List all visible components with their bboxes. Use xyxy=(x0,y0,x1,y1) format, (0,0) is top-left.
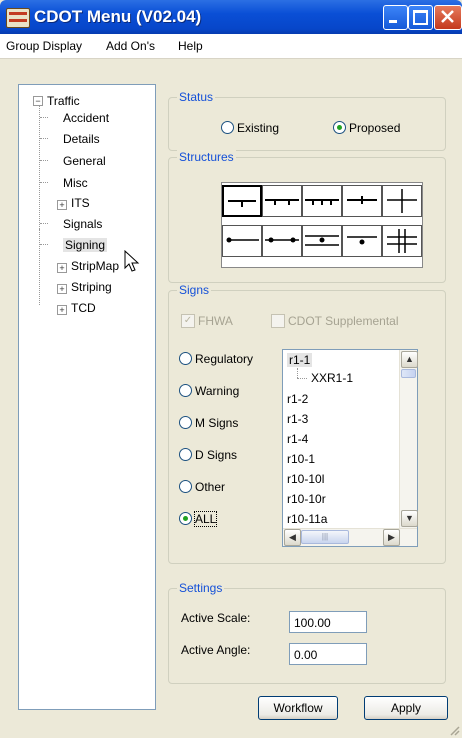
existing-radio-button[interactable] xyxy=(221,121,234,135)
structure-cell-8[interactable] xyxy=(302,225,342,257)
list-item[interactable]: r1-1 xyxy=(287,353,313,367)
window-title: CDOT Menu (V02.04) xyxy=(34,7,202,26)
tree-item-its[interactable]: ITS xyxy=(71,196,90,210)
expand-icon[interactable]: + xyxy=(57,263,67,273)
collapse-icon[interactable]: − xyxy=(33,96,43,106)
structure-cell-2[interactable] xyxy=(262,185,302,217)
cdot-supplemental-label: CDOT Supplemental xyxy=(288,313,399,328)
list-item[interactable]: r1-3 xyxy=(287,412,308,426)
tree-item-striping[interactable]: Striping xyxy=(71,280,112,294)
checkmark-icon: ✓ xyxy=(181,313,195,328)
tree-item-accident[interactable]: Accident xyxy=(63,111,109,125)
cdot-supplemental-checkbox[interactable]: CDOT Supplemental xyxy=(271,313,399,328)
list-item[interactable]: r10-10l xyxy=(287,472,324,486)
list-item[interactable]: r10-10r xyxy=(287,492,326,506)
scroll-up-icon[interactable]: ▲ xyxy=(401,351,418,368)
scroll-down-icon[interactable]: ▼ xyxy=(401,510,418,527)
tree-item-traffic[interactable]: Traffic xyxy=(47,94,80,108)
active-angle-label: Active Angle: xyxy=(181,643,251,657)
expand-icon[interactable]: + xyxy=(57,305,67,315)
status-group-label: Status xyxy=(177,90,216,104)
list-item[interactable]: r1-4 xyxy=(287,432,308,446)
fhwa-label: FHWA xyxy=(198,313,233,328)
expand-icon[interactable]: + xyxy=(57,200,67,210)
sign-listbox[interactable]: r1-1 XXR1-1 r1-2 r1-3 r1-4 r10-1 r10-10l… xyxy=(282,349,418,547)
sign-type-all[interactable]: ALL xyxy=(179,510,218,527)
list-item[interactable]: r1-2 xyxy=(287,392,308,406)
structure-cell-6[interactable] xyxy=(222,225,262,257)
vertical-scrollbar[interactable]: ▲ ▼ xyxy=(399,350,418,528)
tree-item-details[interactable]: Details xyxy=(63,132,100,146)
expand-icon[interactable]: + xyxy=(57,284,67,294)
list-item[interactable]: r10-1 xyxy=(287,452,315,466)
menu-group-display[interactable]: Group Display xyxy=(6,39,82,53)
tree-item-signing[interactable]: Signing xyxy=(63,238,108,252)
structure-cell-1[interactable] xyxy=(222,185,262,217)
active-angle-input[interactable]: 0.00 xyxy=(289,643,367,665)
sign-type-d-signs[interactable]: D Signs xyxy=(179,447,237,462)
tree-item-misc[interactable]: Misc xyxy=(63,176,88,190)
maximize-button[interactable] xyxy=(408,5,433,30)
existing-radio[interactable]: Existing xyxy=(221,120,279,135)
title-bar[interactable]: CDOT Menu (V02.04) xyxy=(0,0,462,34)
cdot-menu-window: CDOT Menu (V02.04) Group Display Add On'… xyxy=(0,0,462,738)
tree-item-tcd[interactable]: TCD xyxy=(71,301,96,315)
structures-group-label: Structures xyxy=(177,150,236,164)
proposed-radio-button[interactable] xyxy=(333,121,346,135)
mouse-cursor-icon xyxy=(124,250,140,272)
close-icon xyxy=(441,10,454,23)
sign-type-warning[interactable]: Warning xyxy=(179,383,239,398)
structure-cell-3[interactable] xyxy=(302,185,342,217)
sign-type-other[interactable]: Other xyxy=(179,479,225,494)
signs-group-label: Signs xyxy=(177,283,212,297)
scroll-right-icon[interactable]: ▶ xyxy=(383,529,400,546)
proposed-label: Proposed xyxy=(349,120,401,135)
existing-label: Existing xyxy=(237,120,280,135)
structures-palette xyxy=(221,182,423,268)
scroll-thumb[interactable]: ||| xyxy=(301,530,349,544)
structures-group: Structures xyxy=(168,150,446,283)
status-group: Status Existing Proposed xyxy=(168,90,446,151)
active-scale-label: Active Scale: xyxy=(181,611,251,625)
workflow-button[interactable]: Workflow xyxy=(258,696,338,720)
list-item[interactable]: XXR1-1 xyxy=(311,371,353,385)
minimize-button[interactable] xyxy=(383,5,408,30)
menu-help[interactable]: Help xyxy=(178,39,203,53)
close-button[interactable] xyxy=(434,5,462,30)
structure-cell-5[interactable] xyxy=(382,185,422,217)
menu-add-ons[interactable]: Add On's xyxy=(106,39,155,53)
maximize-icon xyxy=(413,10,428,25)
category-tree[interactable]: − Traffic Accident Details General Misc … xyxy=(18,84,156,710)
list-item[interactable]: r10-11a xyxy=(287,512,327,526)
minimize-icon xyxy=(389,20,397,23)
tree-item-general[interactable]: General xyxy=(63,154,106,168)
horizontal-scrollbar[interactable]: ◀ ||| ▶ xyxy=(283,528,417,546)
menu-bar: Group Display Add On's Help xyxy=(0,34,462,59)
sign-type-regulatory[interactable]: Regulatory xyxy=(179,351,253,366)
structure-cell-4[interactable] xyxy=(342,185,382,217)
resize-grip-icon[interactable] xyxy=(448,724,460,736)
scroll-thumb[interactable] xyxy=(401,369,416,378)
scroll-left-icon[interactable]: ◀ xyxy=(284,529,301,546)
structure-cell-7[interactable] xyxy=(262,225,302,257)
app-icon xyxy=(6,8,30,28)
sign-type-m-signs[interactable]: M Signs xyxy=(179,415,238,430)
settings-group: Settings Active Scale: 100.00 Active Ang… xyxy=(168,581,446,684)
active-scale-input[interactable]: 100.00 xyxy=(289,611,367,633)
structure-cell-10[interactable] xyxy=(382,225,422,257)
proposed-radio[interactable]: Proposed xyxy=(333,120,400,135)
settings-group-label: Settings xyxy=(177,581,225,595)
fhwa-checkbox[interactable]: ✓ FHWA xyxy=(181,313,233,328)
apply-button[interactable]: Apply xyxy=(364,696,448,720)
tree-item-signals[interactable]: Signals xyxy=(63,217,102,231)
tree-item-stripmap[interactable]: StripMap xyxy=(71,259,119,273)
structure-cell-9[interactable] xyxy=(342,225,382,257)
